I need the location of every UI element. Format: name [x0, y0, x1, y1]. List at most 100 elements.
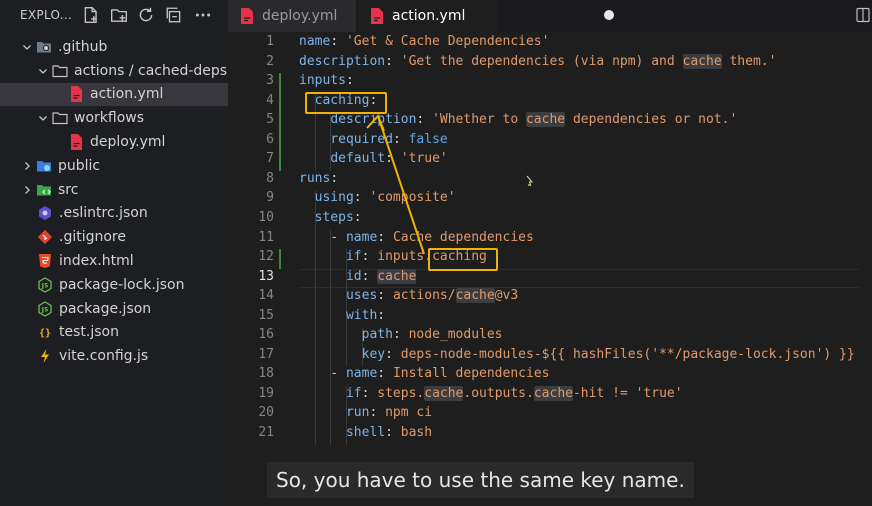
github-folder-icon [36, 39, 52, 55]
code-line[interactable]: if: steps.cache.outputs.cache-hit != 'tr… [299, 385, 683, 401]
refresh-icon[interactable] [136, 5, 156, 25]
code-token: Cache dependencies [392, 229, 534, 245]
code-line[interactable]: - name: Install dependencies [299, 366, 549, 381]
code-token: : [392, 327, 409, 343]
tree-file-row[interactable]: JS package.json [0, 297, 228, 321]
code-token: 'composite' [369, 190, 456, 206]
tab-action-yml[interactable]: action.yml [358, 0, 614, 32]
code-line[interactable]: run: npm ci [299, 405, 432, 420]
new-file-icon[interactable] [81, 5, 101, 25]
line-number: 7 [266, 151, 274, 167]
tab-label: deploy.yml [262, 8, 338, 24]
tree-file-row[interactable]: action.yml [0, 82, 228, 107]
code-token: - [299, 366, 346, 382]
json-file-icon: {} [37, 324, 53, 340]
code-token: deps-node-modules-${{ hashFiles('**/pack… [400, 346, 855, 362]
tree-folder-row[interactable]: workflows [0, 106, 228, 130]
tree-item-label: .eslintrc.json [59, 205, 148, 222]
code-token: - [299, 229, 346, 245]
code-token: default [330, 151, 386, 167]
unsaved-dot-icon[interactable] [604, 10, 614, 20]
more-actions-icon[interactable] [193, 5, 213, 25]
chevron-down-icon[interactable] [20, 40, 34, 54]
code-line[interactable]: inputs: [299, 73, 354, 88]
chevron-down-icon[interactable] [36, 64, 50, 78]
code-line[interactable]: with: [299, 308, 385, 323]
code-line[interactable]: description: 'Whether to cache dependenc… [299, 112, 738, 128]
code-token: : [416, 112, 433, 128]
code-token: dependencies or not.' [565, 112, 738, 128]
tree-item-label: test.json [59, 324, 119, 341]
chevron-right-icon[interactable] [20, 159, 34, 173]
code-token: cache [525, 112, 566, 128]
code-token: description [330, 112, 417, 128]
code-token: description [299, 53, 386, 69]
new-folder-icon[interactable] [109, 5, 129, 25]
tree-item-label: vite.config.js [59, 348, 149, 365]
code-line[interactable]: required: false [299, 132, 447, 147]
code-line[interactable]: shell: bash [299, 425, 432, 440]
tree-item-label: workflows [74, 110, 145, 127]
annotation-box-caching-ref [428, 248, 498, 271]
code-line[interactable]: runs: [299, 171, 338, 186]
code-line[interactable]: uses: actions/cache@v3 [299, 288, 518, 304]
code-line[interactable]: description: 'Get the dependencies (via … [299, 53, 777, 69]
tree-file-row[interactable]: deploy.yml [0, 130, 228, 154]
node-file-icon: JS [37, 277, 53, 293]
code-line[interactable]: steps: [299, 210, 362, 225]
line-number: 8 [266, 170, 274, 186]
split-editor-icon[interactable] [856, 7, 870, 23]
chevron-down-icon[interactable] [36, 111, 50, 125]
tree-item-label: index.html [59, 253, 134, 270]
code-token: them.' [721, 53, 777, 69]
explorer-sidebar: EXPLO... .github actions / cached-deps act… [0, 0, 228, 506]
code-line[interactable]: id: cache [299, 268, 417, 284]
code-token: with [345, 307, 378, 323]
code-token: uses [345, 288, 378, 304]
code-line[interactable]: - name: Cache dependencies [299, 230, 534, 245]
code-editor[interactable]: 1 name: 'Get & Cache Dependencies' 2 descri… [228, 32, 872, 506]
src-folder-icon [36, 182, 52, 198]
code-token: actions/ [392, 288, 456, 304]
public-folder-icon [36, 158, 52, 174]
code-token: -hit != 'true' [572, 385, 683, 401]
code-token: npm ci [385, 405, 433, 421]
collapse-all-icon[interactable] [164, 5, 184, 25]
code-token: : [353, 209, 362, 225]
code-line[interactable]: default: 'true' [299, 151, 447, 167]
tree-file-row[interactable]: .gitignore [0, 225, 228, 249]
tree-item-label: deploy.yml [90, 134, 166, 151]
code-token: bash [400, 425, 433, 440]
code-token: : [330, 34, 346, 49]
tree-file-row[interactable]: vite.config.js [0, 344, 228, 368]
tab-deploy-yml[interactable]: deploy.yml [228, 0, 356, 32]
code-token: steps [314, 209, 354, 225]
code-line[interactable]: name: 'Get & Cache Dependencies' [299, 34, 549, 49]
code-line[interactable]: key: deps-node-modules-${{ hashFiles('**… [299, 347, 855, 362]
code-line[interactable]: using: 'composite' [299, 190, 456, 205]
tree-item-label: actions / cached-deps [74, 62, 228, 79]
tree-folder-row[interactable]: actions / cached-deps [0, 59, 228, 83]
code-line[interactable]: path: node_modules [299, 327, 503, 342]
code-token: : [385, 425, 401, 440]
node-file-icon: JS [37, 300, 53, 317]
code-token: cache [682, 53, 722, 69]
tree-file-row[interactable]: JS package-lock.json [0, 273, 228, 297]
tree-folder-row[interactable]: .github [0, 35, 228, 59]
tree-folder-row[interactable]: public [0, 154, 228, 178]
tree-file-row[interactable]: index.html [0, 249, 228, 273]
tree-file-row[interactable]: {} test.json [0, 321, 228, 345]
tree-folder-row[interactable]: src [0, 178, 228, 202]
video-caption: So, you have to use the same key name. [267, 462, 694, 498]
line-number: 1 [266, 34, 274, 49]
line-number: 11 [258, 229, 274, 245]
chevron-right-icon[interactable] [20, 183, 34, 197]
tree-file-row[interactable]: .eslintrc.json [0, 202, 228, 226]
code-token: shell [345, 425, 386, 440]
